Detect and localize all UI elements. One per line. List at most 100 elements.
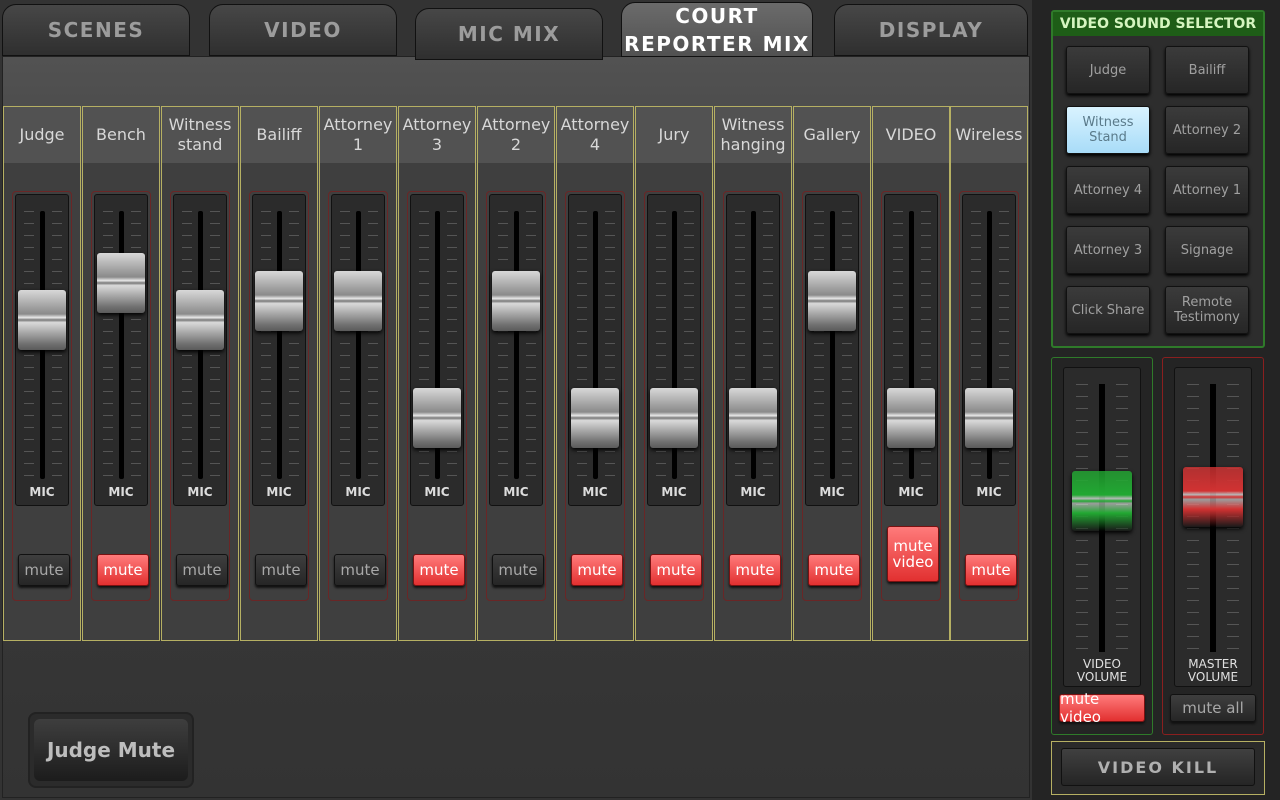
channel-strip: Attorney 4 MIC mute xyxy=(556,106,634,641)
video-sound-selector: VIDEO SOUND SELECTOR Judge Bailiff Witness… xyxy=(1051,10,1265,348)
channel-strip: Attorney 2 MIC mute xyxy=(477,106,555,641)
mute-video-button[interactable]: mute video xyxy=(1059,690,1145,726)
video-volume-knob[interactable] xyxy=(1072,471,1132,532)
channel-mute-button[interactable]: mute xyxy=(176,554,228,586)
fader-knob[interactable] xyxy=(729,387,777,448)
channel-mute-button[interactable]: mute xyxy=(965,554,1017,586)
channel-controls: MIC mute xyxy=(91,191,151,601)
channel-mute-button[interactable]: mute xyxy=(413,554,465,586)
channel-strip: Wireless MIC mute xyxy=(950,106,1028,641)
channel-mute-button[interactable]: mute xyxy=(492,554,544,586)
channel-name: Jury xyxy=(636,107,712,163)
tab-scenes[interactable]: SCENES xyxy=(2,4,190,56)
channel-mute-button[interactable]: mute xyxy=(18,554,70,586)
master-volume-knob[interactable] xyxy=(1183,467,1243,528)
master-volume-fader[interactable]: MASTER VOLUME xyxy=(1174,367,1252,687)
channel-fader[interactable]: MIC xyxy=(331,194,385,506)
source-button-witness-stand[interactable]: Witness Stand xyxy=(1066,106,1150,154)
channel-controls: MIC mute xyxy=(170,191,230,601)
channel-fader[interactable]: MIC xyxy=(568,194,622,506)
channel-controls: MIC mute xyxy=(407,191,467,601)
channel-controls: MIC mute xyxy=(644,191,704,601)
fader-knob[interactable] xyxy=(965,387,1013,448)
channel-name: Attorney 3 xyxy=(399,107,475,163)
fader-knob[interactable] xyxy=(255,271,303,332)
fader-knob[interactable] xyxy=(18,290,66,351)
video-volume-label: VIDEO VOLUME xyxy=(1076,657,1128,684)
channel-name: Wireless xyxy=(951,107,1027,163)
channel-strip: Bailiff MIC mute xyxy=(240,106,318,641)
channel-name: Attorney 2 xyxy=(478,107,554,163)
channel-controls: MIC mute video xyxy=(881,191,941,601)
video-volume-fader[interactable]: VIDEO VOLUME xyxy=(1063,367,1141,687)
channel-mute-button[interactable]: mute xyxy=(571,554,623,586)
fader-label: MIC xyxy=(582,485,608,499)
mute-all-button[interactable]: mute all xyxy=(1170,694,1256,722)
tab-court-reporter-mix[interactable]: COURT REPORTER MIX xyxy=(621,2,813,57)
fader-track xyxy=(830,211,835,479)
fader-knob[interactable] xyxy=(97,252,145,313)
fader-knob[interactable] xyxy=(571,387,619,448)
video-kill-button[interactable]: VIDEO KILL xyxy=(1061,748,1255,786)
channel-controls: MIC mute xyxy=(328,191,388,601)
channel-fader[interactable]: MIC xyxy=(410,194,464,506)
fader-label: MIC xyxy=(424,485,450,499)
fader-label: MIC xyxy=(266,485,292,499)
channel-fader[interactable]: MIC xyxy=(805,194,859,506)
channel-name: Gallery xyxy=(794,107,870,163)
channel-fader[interactable]: MIC xyxy=(489,194,543,506)
tab-mic-mix[interactable]: MIC MIX xyxy=(415,8,603,60)
channel-mute-button[interactable]: mute xyxy=(729,554,781,586)
fader-track xyxy=(356,211,361,479)
channel-mute-button[interactable]: mute xyxy=(255,554,307,586)
channel-mute-button[interactable]: mute xyxy=(650,554,702,586)
channel-controls: MIC mute xyxy=(959,191,1019,601)
source-button-bailiff[interactable]: Bailiff xyxy=(1165,46,1249,94)
channel-name: Witness hanging xyxy=(715,107,791,163)
source-button-remote-testimony[interactable]: Remote Testimony xyxy=(1165,286,1249,334)
court-reporter-mix-app: SCENES VIDEO MIC MIX COURT REPORTER MIX … xyxy=(0,0,1280,800)
channel-fader[interactable]: MIC xyxy=(962,194,1016,506)
video-volume-group: VIDEO VOLUME mute video xyxy=(1051,357,1153,735)
source-button-attorney-1[interactable]: Attorney 1 xyxy=(1165,166,1249,214)
channel-controls: MIC mute xyxy=(12,191,72,601)
channel-controls: MIC mute xyxy=(249,191,309,601)
channel-mute-button[interactable]: mute video xyxy=(887,526,939,582)
channel-strip: Judge MIC mute xyxy=(3,106,81,641)
channel-controls: MIC mute xyxy=(486,191,546,601)
channel-fader[interactable]: MIC xyxy=(252,194,306,506)
fader-label: MIC xyxy=(661,485,687,499)
channel-name: Bailiff xyxy=(241,107,317,163)
tab-video[interactable]: VIDEO xyxy=(209,4,397,56)
fader-track xyxy=(119,211,124,479)
source-button-click-share[interactable]: Click Share xyxy=(1066,286,1150,334)
channel-fader[interactable]: MIC xyxy=(647,194,701,506)
channel-fader[interactable]: MIC xyxy=(726,194,780,506)
source-button-attorney-2[interactable]: Attorney 2 xyxy=(1165,106,1249,154)
channel-mute-button[interactable]: mute xyxy=(97,554,149,586)
tab-display[interactable]: DISPLAY xyxy=(834,4,1028,56)
fader-knob[interactable] xyxy=(492,271,540,332)
channel-mute-button[interactable]: mute xyxy=(334,554,386,586)
channel-mute-button[interactable]: mute xyxy=(808,554,860,586)
source-button-attorney-3[interactable]: Attorney 3 xyxy=(1066,226,1150,274)
fader-knob[interactable] xyxy=(176,290,224,351)
source-button-signage[interactable]: Signage xyxy=(1165,226,1249,274)
channel-controls: MIC mute xyxy=(723,191,783,601)
fader-knob[interactable] xyxy=(887,387,935,448)
channel-fader[interactable]: MIC xyxy=(15,194,69,506)
channel-fader[interactable]: MIC xyxy=(94,194,148,506)
fader-label: MIC xyxy=(898,485,924,499)
judge-mute-button[interactable]: Judge Mute xyxy=(34,719,188,781)
fader-knob[interactable] xyxy=(808,271,856,332)
channel-fader[interactable]: MIC xyxy=(884,194,938,506)
channel-strip: Witness stand MIC mute xyxy=(161,106,239,641)
fader-knob[interactable] xyxy=(650,387,698,448)
fader-knob[interactable] xyxy=(413,387,461,448)
source-button-judge[interactable]: Judge xyxy=(1066,46,1150,94)
channel-name: VIDEO xyxy=(873,107,949,163)
source-button-attorney-4[interactable]: Attorney 4 xyxy=(1066,166,1150,214)
channel-fader[interactable]: MIC xyxy=(173,194,227,506)
master-volume-label: MASTER VOLUME xyxy=(1187,657,1239,684)
fader-knob[interactable] xyxy=(334,271,382,332)
